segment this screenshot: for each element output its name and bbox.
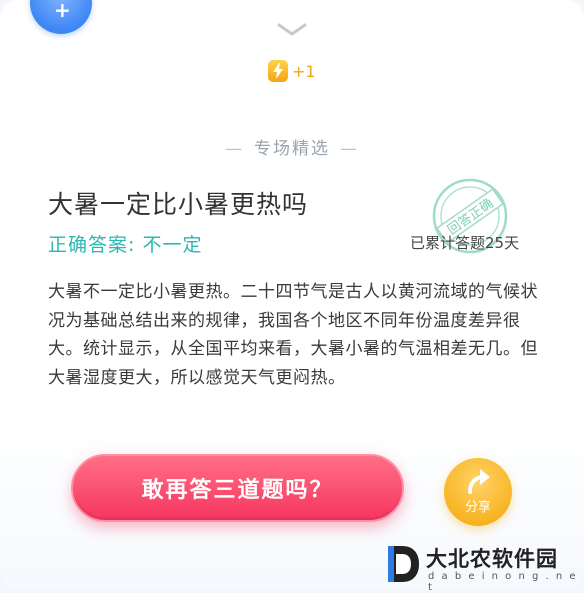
- watermark: 大北农软件园 d a b e i n o n g . n e t: [384, 541, 584, 593]
- answer-explanation: 大暑不一定比小暑更热。二十四节气是古人以黄河流域的气候状况为基础总结出来的规律，…: [48, 282, 538, 388]
- answer-value: 不一定: [142, 234, 203, 256]
- title-dash-right: —: [340, 139, 359, 159]
- answer-streak: 已累计答题25天: [410, 234, 520, 252]
- watermark-brand: 大北农软件园: [426, 547, 558, 571]
- share-label: 分享: [464, 500, 491, 515]
- share-button[interactable]: 分享: [444, 458, 512, 526]
- section-title: — 专场精选 —: [0, 134, 584, 159]
- plus-icon: +: [54, 0, 71, 22]
- energy-count: +1: [292, 61, 316, 81]
- title-dash-left: —: [225, 139, 244, 159]
- correct-answer: 正确答案: 不一定: [48, 230, 202, 257]
- question-card: + +1 —专场精选— 大暑一定比小暑更热吗 正确答案: 不一定 回答正确: [0, 0, 584, 593]
- question-title: 大暑一定比小暑更热吗: [48, 190, 309, 219]
- chevron-down-icon[interactable]: [277, 22, 307, 41]
- answer-label: 正确答案:: [48, 234, 136, 256]
- section-title-text: 专场精选: [254, 139, 330, 159]
- share-arrow-icon: [468, 469, 490, 494]
- energy-reward: +1: [268, 60, 316, 82]
- brand-logo-icon: [384, 543, 422, 589]
- lightning-icon: [268, 60, 288, 82]
- add-badge-button[interactable]: +: [30, 0, 92, 34]
- dare-three-questions-button[interactable]: 敢再答三道题吗？: [71, 454, 404, 522]
